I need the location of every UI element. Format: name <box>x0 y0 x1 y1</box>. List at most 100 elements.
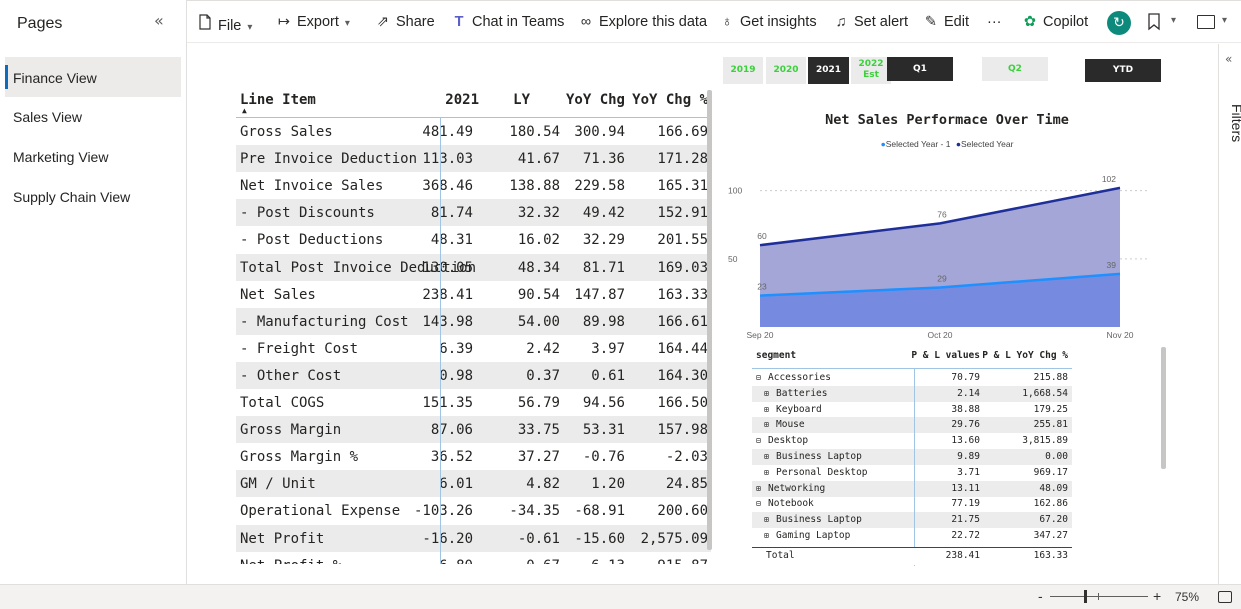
year-slicer-2021[interactable]: 2021 <box>808 57 849 84</box>
expand-icon[interactable]: ⊞ <box>764 531 769 540</box>
segment-row[interactable]: ⊞ Business Laptop 9.89 0.00 <box>752 449 1072 465</box>
more-options-button[interactable]: ··· <box>987 14 1002 34</box>
page-item-supply-chain-view[interactable]: Supply Chain View <box>5 176 181 216</box>
collapse-icon[interactable]: ⊟ <box>756 499 761 508</box>
copilot-button[interactable]: ✿ Copilot <box>1021 14 1088 34</box>
sort-ascending-icon: ▲ <box>242 106 247 115</box>
segment-row[interactable]: ⊟ Desktop 13.60 3,815.89 <box>752 433 1072 449</box>
matrix-row[interactable]: - Freight Cost 6.39 2.42 3.97 164.44 <box>236 335 711 362</box>
segment-yoy-chg: 48.09 <box>1039 482 1068 494</box>
cell-value-2021: 130.05 <box>422 259 473 276</box>
expand-icon[interactable]: ⊞ <box>764 420 769 429</box>
matrix-row[interactable]: Total COGS 151.35 56.79 94.56 166.50 <box>236 389 711 416</box>
segment-row[interactable]: ⊞ Keyboard 38.88 179.25 <box>752 402 1072 418</box>
chat-in-teams-button[interactable]: T Chat in Teams <box>450 14 565 34</box>
year-slicer-2020[interactable]: 2020 <box>766 57 806 84</box>
header-line-item[interactable]: Line Item <box>240 92 316 108</box>
explore-data-button[interactable]: ∞ Explore this data <box>577 14 707 34</box>
matrix-row[interactable]: Total Post Invoice Deduction 130.05 48.34 8… <box>236 253 711 281</box>
quarter-slicer-q2[interactable]: Q2 <box>982 57 1048 81</box>
cell-value-ly: 48.34 <box>517 259 560 276</box>
expand-icon[interactable]: ⊞ <box>764 452 769 461</box>
segment-row[interactable]: ⊞ Gaming Laptop 22.72 347.27 <box>752 528 1072 544</box>
cell-yoy-chg: 229.58 <box>574 178 625 195</box>
zoom-slider-thumb[interactable] <box>1083 590 1087 603</box>
bell-icon: ♫ <box>835 14 847 30</box>
data-label: 23 <box>757 282 767 292</box>
matrix-row[interactable]: - Other Cost 0.98 0.37 0.61 164.30 <box>236 361 711 389</box>
view-icon[interactable] <box>1197 15 1215 29</box>
matrix-scrollbar[interactable] <box>707 90 712 550</box>
year-slicer-2022-est[interactable]: 2022 Est <box>851 57 891 84</box>
cell-value-2021: 6.01 <box>439 476 473 493</box>
matrix-row[interactable]: - Manufacturing Cost 143.98 54.00 89.98 166.… <box>236 307 711 335</box>
zoom-in-button[interactable]: + <box>1153 588 1161 604</box>
segment-scrollbar[interactable] <box>1161 347 1166 469</box>
file-menu[interactable]: File ▾ <box>196 14 252 34</box>
expand-icon[interactable]: ⊞ <box>764 389 769 398</box>
page-item-sales-view[interactable]: Sales View <box>5 96 181 136</box>
share-button[interactable]: ⇗ Share <box>374 14 435 34</box>
set-alert-button[interactable]: ♫ Set alert <box>832 14 908 34</box>
segment-row[interactable]: ⊟ Accessories 70.79 215.88 <box>752 370 1072 386</box>
matrix-row[interactable]: Gross Sales 481.49 180.54 300.94 166.69 <box>236 118 711 145</box>
matrix-row[interactable]: Pre Invoice Deduction 113.03 41.67 71.36 171… <box>236 145 711 173</box>
segment-label: Gaming Laptop <box>776 530 851 541</box>
matrix-row[interactable]: - Post Discounts 81.74 32.32 49.42 152.91 <box>236 199 711 227</box>
ytd-slicer[interactable]: YTD <box>1085 59 1161 82</box>
collapse-filters-icon[interactable]: « <box>1225 52 1232 66</box>
expand-icon[interactable]: ⊞ <box>764 515 769 524</box>
matrix-row[interactable]: GM / Unit 6.01 4.82 1.20 24.85 <box>236 470 711 498</box>
matrix-row[interactable]: - Post Deductions 48.31 16.02 32.29 201.55 <box>236 226 711 253</box>
cell-value-2021: 81.74 <box>430 205 473 222</box>
zoom-out-button[interactable]: - <box>1038 588 1043 604</box>
reset-icon[interactable]: ↻ <box>1107 11 1131 35</box>
page-item-marketing-view[interactable]: Marketing View <box>5 136 181 176</box>
segment-row[interactable]: ⊞ Batteries 2.14 1,668.54 <box>752 385 1072 402</box>
header-pl-values[interactable]: P & L values <box>911 350 980 361</box>
header-yoy-chg-pct[interactable]: YoY Chg % <box>632 92 708 108</box>
segment-row[interactable]: ⊞ Networking 13.11 48.09 <box>752 480 1072 497</box>
segment-row[interactable]: ⊞ Business Laptop 21.75 67.20 <box>752 512 1072 529</box>
matrix-row[interactable]: Operational Expense -103.26 -34.35 -68.91 20… <box>236 497 711 524</box>
collapse-pages-icon[interactable]: « <box>154 11 164 30</box>
zoom-slider[interactable] <box>1050 590 1148 603</box>
expand-icon[interactable]: ⊞ <box>764 405 769 414</box>
header-yoy-chg[interactable]: YoY Chg <box>566 92 625 108</box>
get-insights-button[interactable]: ♁ Get insights <box>718 14 817 34</box>
expand-icon[interactable]: ⊞ <box>756 484 761 493</box>
header-2021[interactable]: 2021 <box>445 92 479 108</box>
cell-yoy-chg-pct: 157.98 <box>657 422 708 439</box>
header-ly[interactable]: LY <box>513 92 530 108</box>
bookmark-icon[interactable] <box>1147 13 1161 31</box>
segment-label: Business Laptop <box>776 514 862 526</box>
fit-to-page-icon[interactable] <box>1218 591 1232 603</box>
edit-button[interactable]: ✎ Edit <box>922 14 969 34</box>
expand-icon[interactable]: ⊞ <box>764 468 769 477</box>
cell-line-item: - Manufacturing Cost <box>240 313 409 330</box>
matrix-row[interactable]: Gross Margin 87.06 33.75 53.31 157.98 <box>236 416 711 444</box>
matrix-row[interactable]: Net Profit % -6.80 -0.67 -6.13 915.87 <box>236 552 711 564</box>
export-menu[interactable]: ↦ Export ▾ <box>275 14 350 34</box>
matrix-row[interactable]: Gross Margin % 36.52 37.27 -0.76 -2.03 <box>236 443 711 470</box>
segment-row[interactable]: ⊟ Notebook 77.19 162.86 <box>752 496 1072 512</box>
matrix-row[interactable]: Net Sales 238.41 90.54 147.87 163.33 <box>236 281 711 308</box>
header-segment[interactable]: segment <box>756 350 796 361</box>
matrix-row[interactable]: Net Invoice Sales 368.46 138.88 229.58 165.3… <box>236 172 711 199</box>
collapse-icon[interactable]: ⊟ <box>756 436 761 445</box>
matrix-row[interactable]: Net Profit -16.20 -0.61 -15.60 2,575.09 <box>236 524 711 552</box>
segment-row[interactable]: ⊞ Personal Desktop 3.71 969.17 <box>752 465 1072 481</box>
filters-pane[interactable]: « Filters <box>1218 44 1241 584</box>
page-item-finance-view[interactable]: Finance View <box>5 57 181 97</box>
collapse-icon[interactable]: ⊟ <box>756 373 761 382</box>
chevron-down-icon[interactable]: ▾ <box>1171 15 1176 26</box>
year-slicer-2019[interactable]: 2019 <box>723 57 763 84</box>
header-pl-yoy-chg[interactable]: P & L YoY Chg % <box>982 350 1068 361</box>
segment-pl-value: 9.89 <box>957 451 980 462</box>
segment-row[interactable]: ⊞ Mouse 29.76 255.81 <box>752 417 1072 434</box>
chevron-down-icon[interactable]: ▾ <box>1222 15 1227 26</box>
quarter-slicer-q1[interactable]: Q1 <box>887 57 953 81</box>
cell-yoy-chg: -0.76 <box>582 449 625 466</box>
cell-line-item: - Freight Cost <box>240 340 359 357</box>
cell-value-ly: -0.67 <box>518 558 560 564</box>
